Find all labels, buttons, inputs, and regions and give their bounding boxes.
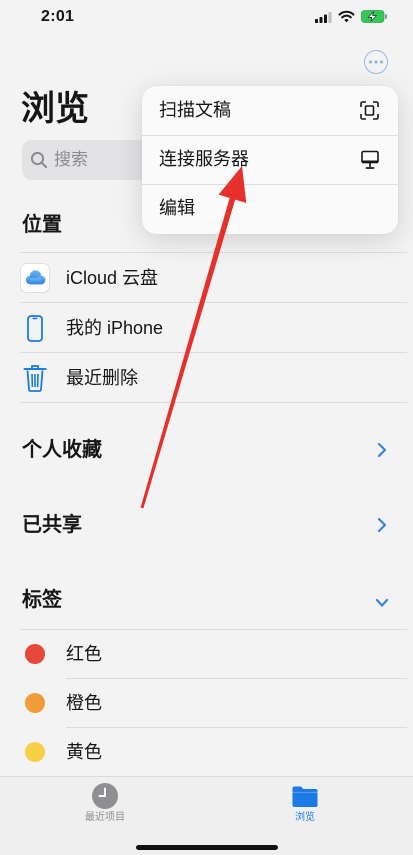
more-options-button[interactable] — [364, 50, 388, 74]
location-item-my-iphone[interactable]: 我的 iPhone — [0, 303, 413, 353]
scan-icon — [360, 101, 379, 120]
tab-label: 浏览 — [295, 812, 315, 823]
clock-icon — [92, 783, 118, 809]
location-item-icloud-drive[interactable]: iCloud 云盘 — [0, 253, 413, 303]
battery-charging-icon — [361, 10, 387, 23]
tag-item-red[interactable]: 红色 — [0, 630, 413, 679]
location-label: 最近删除 — [66, 368, 138, 388]
tab-recents[interactable]: 最近项目 — [45, 777, 165, 833]
tag-item-yellow[interactable]: 黄色 — [0, 728, 413, 777]
location-item-recently-deleted[interactable]: 最近删除 — [0, 353, 413, 403]
home-indicator[interactable] — [136, 845, 278, 850]
menu-item-scan-documents[interactable]: 扫描文稿 — [142, 86, 398, 135]
search-icon — [30, 151, 48, 169]
chevron-right-icon — [377, 442, 387, 458]
icloud-icon — [20, 263, 50, 293]
folder-icon — [292, 786, 318, 807]
page-title: 浏览 — [21, 90, 89, 128]
tag-color-dot — [25, 693, 45, 713]
menu-item-label: 编辑 — [159, 198, 195, 218]
context-menu: 扫描文稿 连接服务器 编辑 — [142, 86, 398, 234]
locations-heading: 位置 — [22, 214, 62, 236]
chevron-right-icon — [377, 517, 387, 533]
shared-heading: 已共享 — [22, 514, 82, 536]
section-tags[interactable]: 标签 — [0, 570, 413, 630]
chevron-down-icon — [375, 598, 389, 607]
menu-item-label: 扫描文稿 — [159, 100, 231, 120]
location-label: iCloud 云盘 — [66, 268, 159, 288]
tag-label: 红色 — [66, 644, 102, 664]
tab-browse[interactable]: 浏览 — [245, 777, 365, 833]
trash-icon — [23, 365, 47, 392]
section-favorites[interactable]: 个人收藏 — [0, 420, 413, 480]
monitor-icon — [361, 150, 379, 169]
tab-bar: 最近项目 浏览 — [0, 776, 413, 855]
tag-item-orange[interactable]: 橙色 — [0, 679, 413, 728]
tab-label: 最近项目 — [85, 812, 125, 823]
wifi-icon — [338, 10, 355, 23]
status-time: 2:01 — [41, 8, 75, 25]
menu-item-connect-to-server[interactable]: 连接服务器 — [142, 135, 398, 184]
menu-item-edit[interactable]: 编辑 — [142, 184, 398, 233]
search-placeholder: 搜索 — [54, 150, 88, 169]
divider — [20, 402, 407, 403]
tag-label: 黄色 — [66, 742, 102, 762]
cellular-signal-icon — [315, 12, 332, 23]
tags-heading: 标签 — [22, 589, 62, 611]
tag-color-dot — [25, 644, 45, 664]
menu-item-label: 连接服务器 — [159, 149, 249, 169]
iphone-icon — [27, 315, 43, 342]
location-label: 我的 iPhone — [66, 318, 164, 338]
section-shared[interactable]: 已共享 — [0, 495, 413, 555]
tag-color-dot — [25, 742, 45, 762]
tag-label: 橙色 — [66, 693, 102, 713]
favorites-heading: 个人收藏 — [22, 439, 102, 461]
ellipsis-icon — [368, 59, 383, 64]
